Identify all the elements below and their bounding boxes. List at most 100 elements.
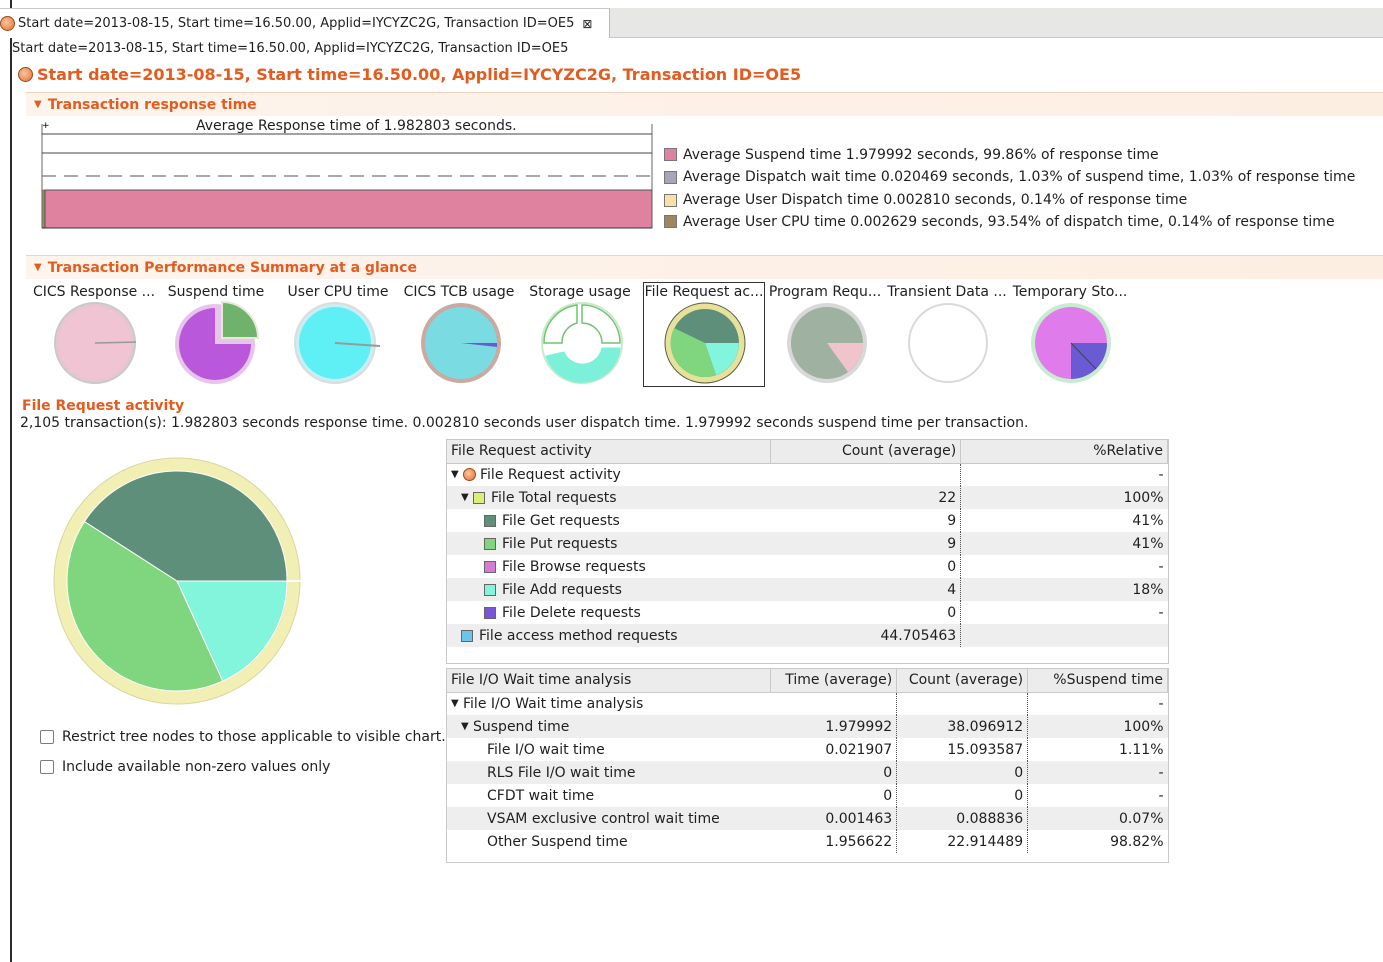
row-count: 38.096912 (896, 715, 1029, 738)
restrict-tree-label: Restrict tree nodes to those applicable … (62, 729, 446, 745)
table-row[interactable]: File Put requests 9 41% (447, 532, 1168, 555)
row-label: File access method requests (479, 627, 678, 644)
close-icon[interactable]: ⊠ (582, 17, 592, 31)
table-row[interactable]: ▼ Suspend time 1.979992 38.096912 100% (447, 715, 1168, 738)
row-relative: 41% (960, 532, 1168, 555)
row-percent: - (1158, 695, 1164, 712)
row-count: 0 (896, 784, 1029, 807)
row-count: 22 (770, 486, 962, 509)
row-count: 4 (770, 578, 962, 601)
thumbnail-label-cics-response[interactable]: CICS Response ... (30, 284, 158, 300)
legend-swatch (664, 170, 677, 184)
row-count (770, 463, 962, 486)
row-label: File Put requests (502, 535, 618, 552)
table-row[interactable]: ▼ File Request activity - (447, 463, 1168, 486)
pie-user-cpu-icon[interactable] (292, 300, 382, 386)
legend-swatch (664, 148, 677, 161)
row-count (896, 692, 1029, 715)
row-label: File Request activity (480, 466, 621, 483)
pie-temporary-icon[interactable] (1028, 300, 1114, 386)
row-percent: 0.07% (1027, 807, 1168, 830)
row-relative (960, 624, 1168, 647)
column-header[interactable]: Time (average) (770, 669, 898, 693)
suspend-bar (44, 189, 653, 229)
row-relative: - (1158, 466, 1164, 483)
table-row[interactable]: ▼ File Total requests 22 100% (447, 486, 1168, 509)
row-relative: 41% (1132, 512, 1164, 529)
pie-transient-icon[interactable] (905, 300, 991, 386)
row-label: Suspend time (473, 718, 570, 735)
table-row[interactable]: ▼ File I/O Wait time analysis - (447, 692, 1168, 715)
table-row[interactable]: File Delete requests 0 - (447, 601, 1168, 624)
thumbnail-label-file-request[interactable]: File Request ac... (643, 284, 765, 300)
row-count: 44.705463 (770, 624, 962, 647)
thumbnail-label-suspend[interactable]: Suspend time (158, 284, 274, 300)
table-row[interactable]: File access method requests 44.705463 (447, 624, 1168, 647)
table-row[interactable]: Other Suspend time 1.956622 22.914489 98… (447, 830, 1168, 853)
table-row[interactable]: File Get requests 9 41% (447, 509, 1168, 532)
row-count: 0 (770, 601, 962, 624)
column-header[interactable]: File I/O Wait time analysis (447, 669, 772, 693)
pie-file-request-icon[interactable] (662, 300, 748, 386)
section-response-header[interactable]: ▼ Transaction response time (26, 92, 1383, 116)
row-label: VSAM exclusive control wait time (447, 807, 771, 830)
row-label: CFDT wait time (487, 787, 595, 804)
column-header[interactable]: File Request activity (447, 440, 772, 464)
row-time: 0.021907 (770, 738, 898, 761)
nonzero-checkbox[interactable] (40, 760, 54, 774)
detail-title: File Request activity (22, 398, 185, 414)
column-header[interactable]: %Suspend time (1027, 669, 1168, 693)
restrict-tree-checkbox[interactable] (40, 730, 54, 744)
row-label: File Browse requests (502, 558, 646, 575)
row-count: 9 (770, 532, 962, 555)
column-header[interactable]: Count (average) (896, 669, 1029, 693)
table-row[interactable]: File Browse requests 0 - (447, 555, 1168, 578)
chevron-down-icon[interactable]: ▼ (461, 492, 473, 503)
row-label: File I/O Wait time analysis (463, 695, 644, 712)
thumbnail-label-storage[interactable]: Storage usage (524, 284, 636, 300)
color-swatch (484, 514, 496, 527)
chevron-down-icon: ▼ (34, 99, 42, 110)
table-row[interactable]: VSAM exclusive control wait time 0.00146… (447, 807, 1168, 830)
table-row[interactable]: File I/O wait time 0.021907 15.093587 1.… (447, 738, 1168, 761)
chevron-down-icon[interactable]: ▼ (461, 721, 473, 732)
nonzero-checkbox-row[interactable]: Include available non-zero values only (40, 759, 330, 775)
globe-icon (0, 16, 15, 31)
row-label: File I/O wait time (487, 741, 605, 758)
column-header[interactable]: %Relative (960, 440, 1168, 464)
row-time: 1.979992 (770, 715, 898, 738)
pie-tcb-icon[interactable] (418, 300, 504, 386)
legend-item-dispatch-wait: Average Dispatch wait time 0.020469 seco… (664, 165, 1355, 189)
table-row[interactable]: File Add requests 4 18% (447, 578, 1168, 601)
thumbnail-label-program[interactable]: Program Requ... (765, 284, 885, 300)
thumbnail-label-tcb[interactable]: CICS TCB usage (400, 284, 518, 300)
color-swatch (484, 583, 496, 596)
restrict-tree-checkbox-row[interactable]: Restrict tree nodes to those applicable … (40, 729, 446, 745)
chevron-down-icon: ▼ (34, 262, 42, 273)
globe-icon (18, 67, 33, 82)
legend-label: Average Dispatch wait time 0.020469 seco… (683, 169, 1356, 185)
page-title: Start date=2013-08-15, Start time=16.50.… (37, 65, 802, 84)
chevron-down-icon[interactable]: ▼ (451, 469, 463, 480)
table-row[interactable]: RLS File I/O wait time 0 0 - (447, 761, 1168, 784)
chevron-down-icon[interactable]: ▼ (451, 698, 463, 709)
legend-label: Average Suspend time 1.979992 seconds, 9… (683, 146, 1159, 163)
thumbnail-label-temporary[interactable]: Temporary Sto... (1008, 284, 1132, 300)
column-header[interactable]: Count (average) (770, 440, 962, 464)
table-row[interactable]: CFDT wait time 0 0 - (447, 784, 1168, 807)
row-count: 0 (770, 555, 962, 578)
pie-suspend-icon[interactable] (172, 300, 262, 386)
row-count: 0.088836 (896, 807, 1029, 830)
row-time: 1.956622 (770, 830, 898, 853)
pie-program-icon[interactable] (784, 300, 870, 386)
row-count: 0 (896, 761, 1029, 784)
section-summary-header[interactable]: ▼ Transaction Performance Summary at a g… (26, 255, 1383, 279)
thumbnail-label-user-cpu[interactable]: User CPU time (282, 284, 394, 300)
thumbnail-label-transient[interactable]: Transient Data ... (886, 284, 1008, 300)
pie-storage-icon[interactable] (537, 300, 627, 386)
pie-cics-response-icon[interactable] (52, 300, 138, 386)
row-label: File Add requests (502, 581, 622, 598)
file-request-table: File Request activity Count (average) %R… (446, 439, 1169, 664)
editor-tab-bar: Start date=2013-08-15, Start time=16.50.… (0, 8, 1383, 38)
editor-tab[interactable]: Start date=2013-08-15, Start time=16.50.… (0, 8, 610, 38)
